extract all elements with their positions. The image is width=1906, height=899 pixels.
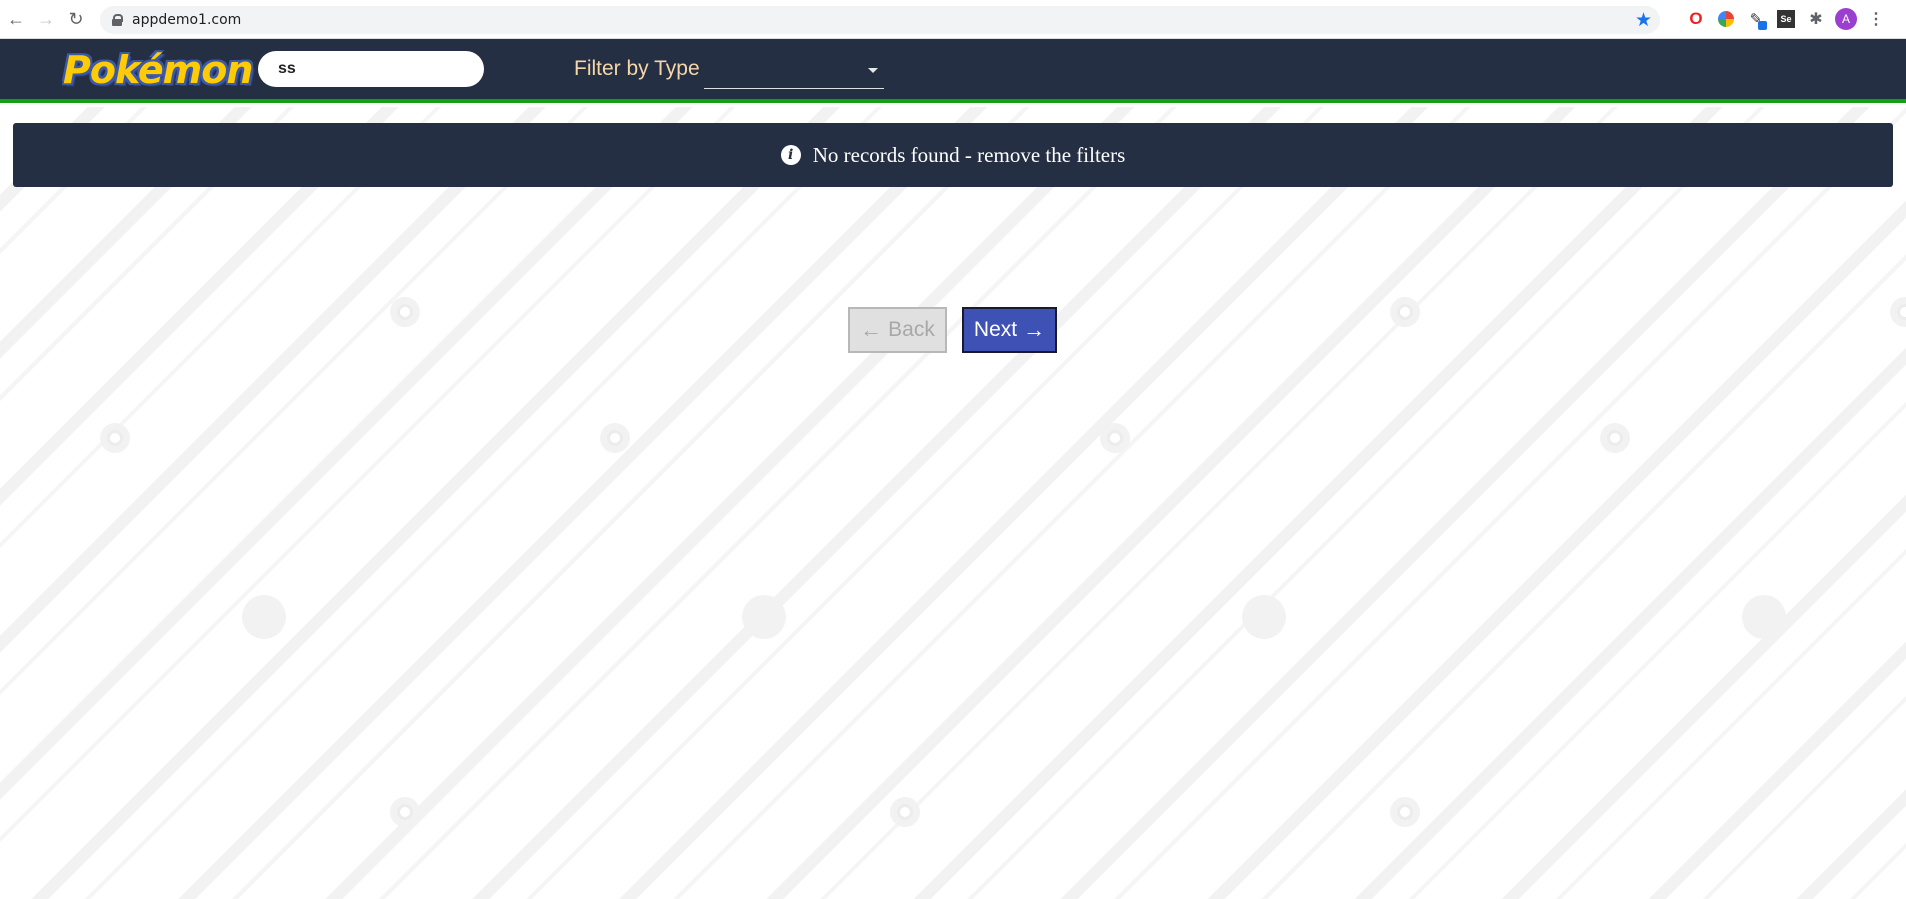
pokeball-decoration-icon bbox=[742, 595, 786, 639]
app-header: Pokémon Filter by Type bbox=[0, 39, 1906, 103]
arrow-left-icon: ← bbox=[860, 317, 883, 342]
pen-extension-icon[interactable]: ✎ bbox=[1745, 8, 1767, 30]
opera-extension-icon[interactable]: O bbox=[1685, 8, 1707, 30]
pokeball-decoration-icon bbox=[1890, 297, 1906, 327]
pokemon-logo[interactable]: Pokémon bbox=[63, 45, 253, 95]
browser-menu-icon[interactable]: ⋮ bbox=[1865, 8, 1887, 30]
pokeball-decoration-icon bbox=[890, 797, 920, 827]
no-records-alert: i No records found - remove the filters bbox=[13, 123, 1893, 187]
pokeball-decoration-icon bbox=[1390, 297, 1420, 327]
color-picker-extension-icon[interactable] bbox=[1715, 8, 1737, 30]
profile-avatar[interactable]: A bbox=[1835, 8, 1857, 30]
pokeball-decoration-icon bbox=[390, 297, 420, 327]
pokeball-decoration-icon bbox=[390, 797, 420, 827]
back-button[interactable]: ← Back bbox=[848, 307, 947, 353]
background-pattern bbox=[0, 107, 1906, 899]
alert-message: No records found - remove the filters bbox=[812, 142, 1126, 167]
pokeball-decoration-icon bbox=[242, 595, 286, 639]
pokeball-decoration-icon bbox=[1242, 595, 1286, 639]
reload-icon[interactable]: ↻ bbox=[62, 5, 90, 33]
info-icon: i bbox=[780, 145, 801, 165]
pokeball-decoration-icon bbox=[1600, 423, 1630, 453]
pokeball-decoration-icon bbox=[100, 423, 130, 453]
pokeball-decoration-icon bbox=[600, 423, 630, 453]
url-text[interactable]: appdemo1.com bbox=[132, 12, 241, 28]
pokeball-decoration-icon bbox=[1100, 423, 1130, 453]
next-button-label: Next bbox=[973, 318, 1018, 341]
extensions-puzzle-icon[interactable]: ✱ bbox=[1805, 8, 1827, 30]
back-nav-icon[interactable]: ← bbox=[2, 5, 30, 33]
search-input[interactable] bbox=[258, 51, 484, 87]
filter-by-type-label: Filter by Type bbox=[574, 57, 700, 80]
address-bar[interactable]: appdemo1.com ★ bbox=[100, 6, 1660, 34]
bookmark-star-icon[interactable]: ★ bbox=[1635, 9, 1652, 32]
extensions-area: O ✎ Se ✱ A ⋮ bbox=[1685, 8, 1887, 30]
pokeball-decoration-icon bbox=[1742, 595, 1786, 639]
selenium-extension-icon[interactable]: Se bbox=[1775, 8, 1797, 30]
type-filter-select[interactable] bbox=[704, 51, 884, 89]
back-button-label: Back bbox=[888, 318, 935, 341]
next-button[interactable]: Next → bbox=[962, 307, 1057, 353]
forward-nav-icon[interactable]: → bbox=[32, 5, 60, 33]
caret-down-icon bbox=[868, 68, 878, 73]
pokeball-decoration-icon bbox=[1390, 797, 1420, 827]
arrow-right-icon: → bbox=[1023, 317, 1046, 342]
browser-toolbar: ← → ↻ appdemo1.com ★ O ✎ Se ✱ A ⋮ bbox=[0, 0, 1906, 39]
lock-icon[interactable] bbox=[112, 14, 123, 26]
